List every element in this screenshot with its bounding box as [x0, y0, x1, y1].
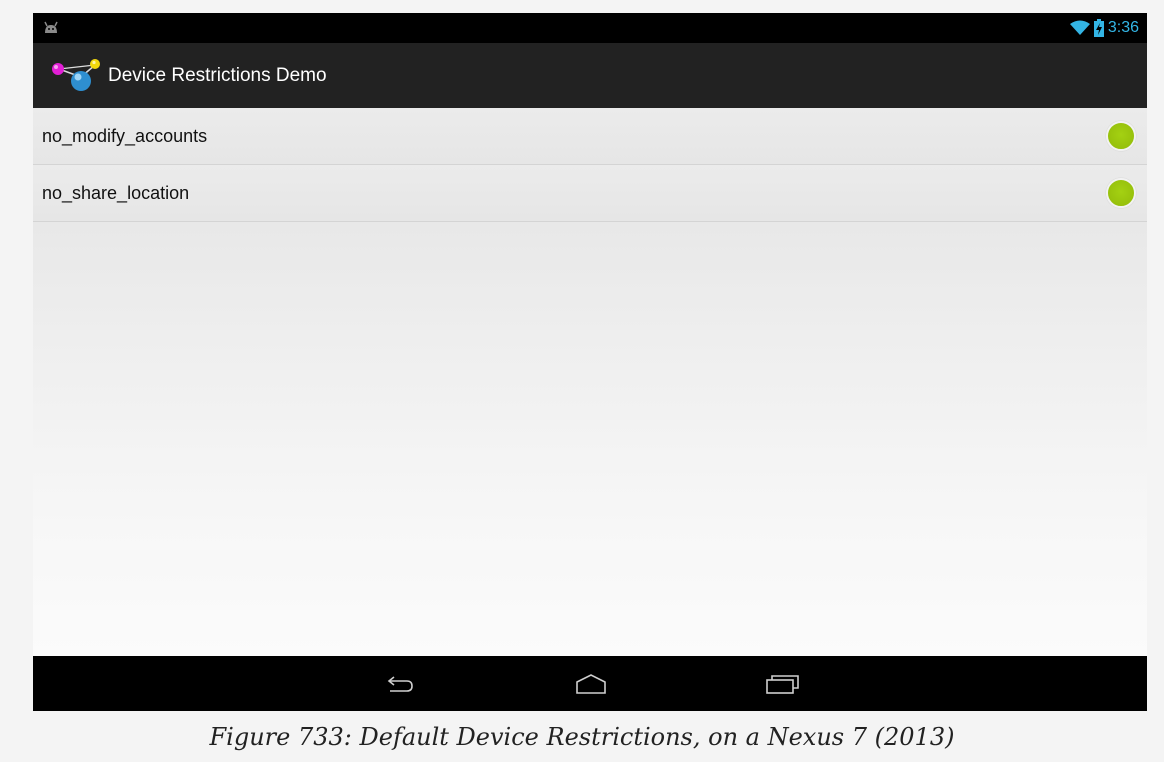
- page: 3:36 Device Restrictions Demo no_modify_…: [0, 0, 1164, 762]
- home-icon[interactable]: [561, 668, 621, 700]
- navigation-bar: [33, 656, 1147, 711]
- restriction-label: no_share_location: [42, 183, 190, 203]
- wifi-icon: [1069, 20, 1090, 35]
- recent-apps-icon[interactable]: [752, 668, 812, 700]
- status-indicator-icon: [1106, 121, 1136, 151]
- status-icons: 3:36: [1069, 18, 1139, 38]
- figure-caption: Figure 733: Default Device Restrictions,…: [209, 723, 955, 751]
- device-screen: 3:36 Device Restrictions Demo no_modify_…: [33, 13, 1147, 711]
- android-notification-icon: [44, 21, 58, 33]
- status-indicator-icon: [1106, 178, 1136, 208]
- content-background: [33, 222, 1147, 656]
- status-bar: 3:36: [33, 13, 1147, 43]
- back-icon[interactable]: [370, 668, 430, 700]
- list-item-no-share-location[interactable]: no_share_location: [33, 165, 1147, 222]
- restrictions-list: no_modify_accounts no_share_location: [33, 108, 1147, 222]
- restriction-label: no_modify_accounts: [42, 126, 208, 146]
- list-item-no-modify-accounts[interactable]: no_modify_accounts: [33, 108, 1147, 165]
- app-title: Device Restrictions Demo: [108, 65, 327, 86]
- status-time: 3:36: [1107, 19, 1139, 36]
- battery-charging-icon: [1093, 19, 1104, 37]
- app-logo-icon[interactable]: [47, 55, 105, 95]
- action-bar: Device Restrictions Demo: [33, 43, 1147, 108]
